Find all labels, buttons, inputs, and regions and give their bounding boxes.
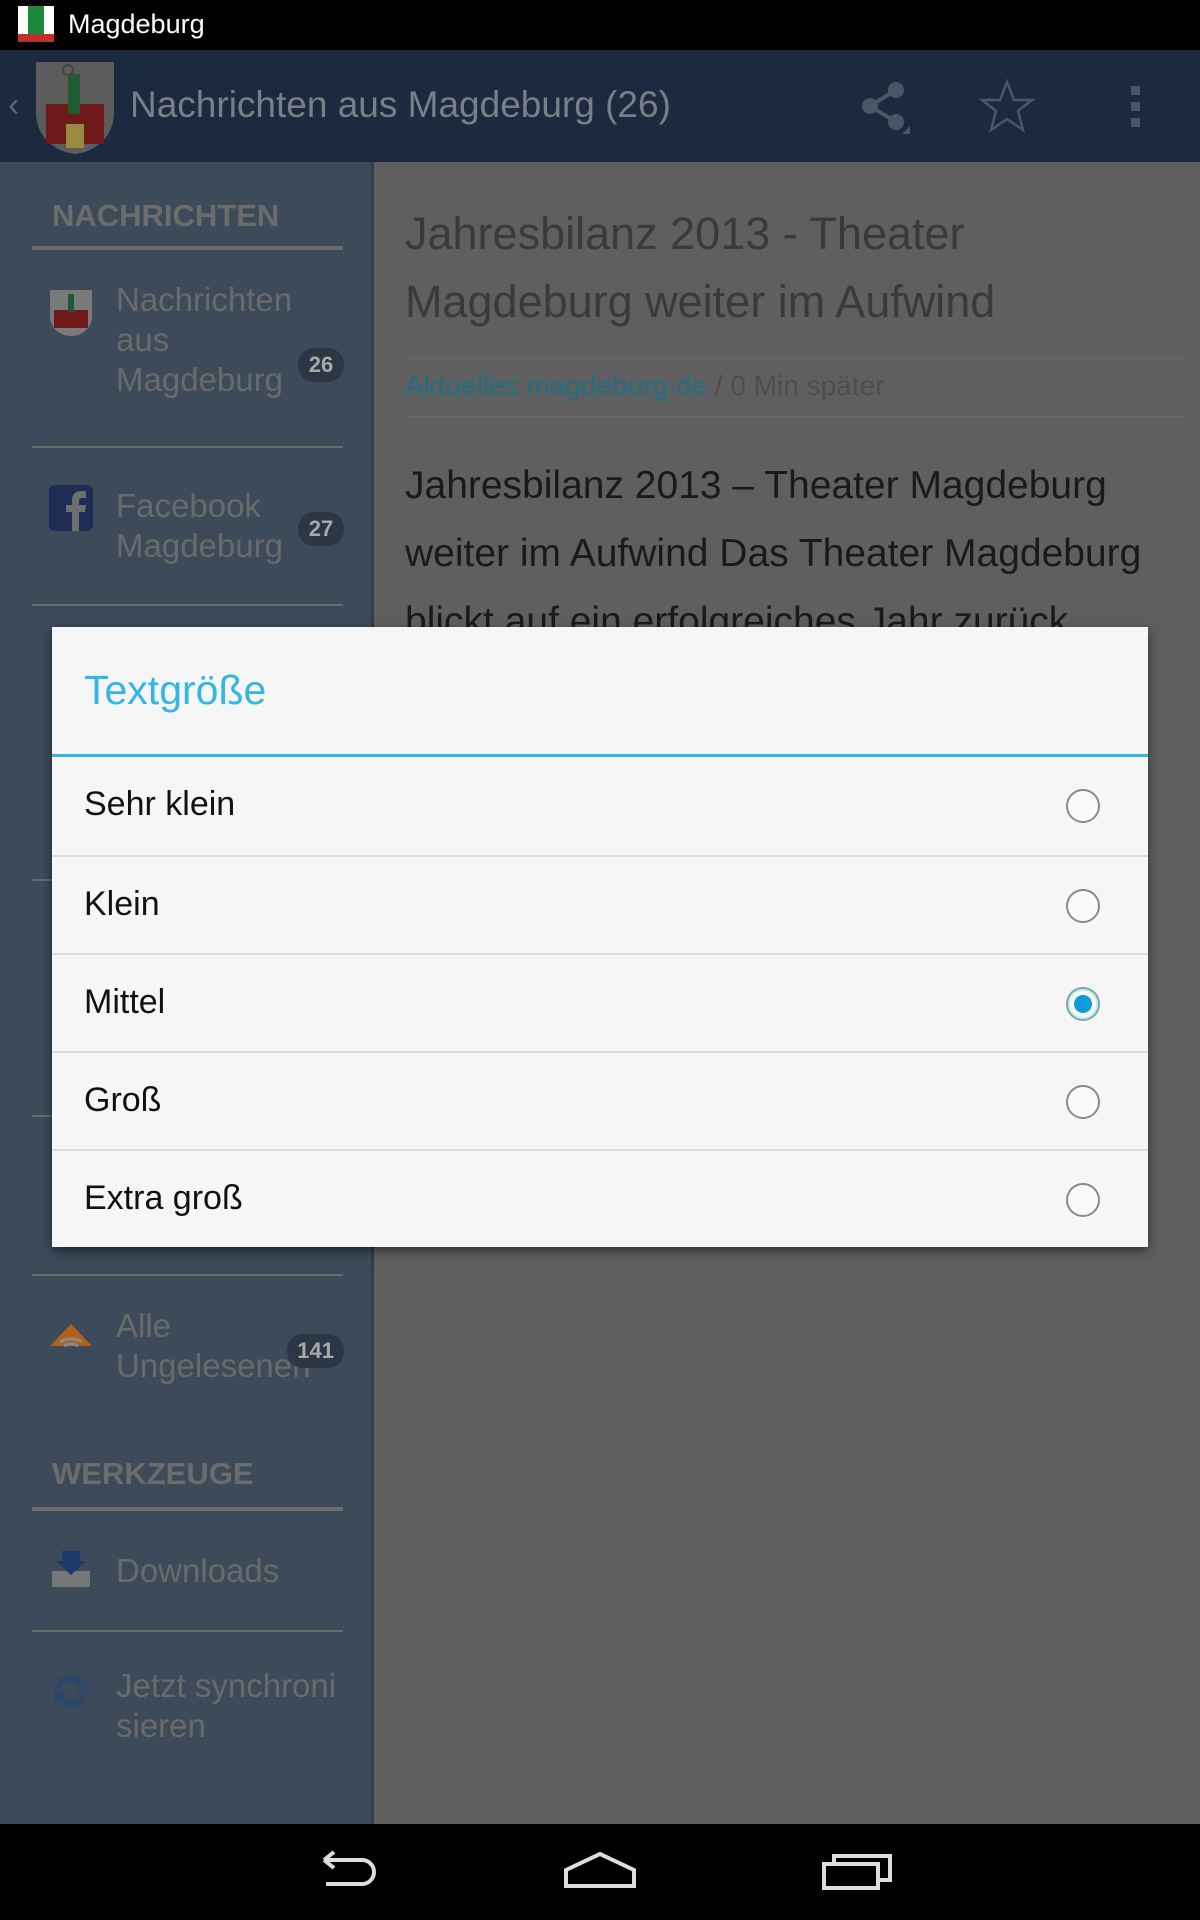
unread-count-badge: 141 [287,1334,344,1368]
options-list: Sehr klein Klein Mittel Groß Extra groß [52,757,1148,1247]
app-icon [18,6,54,42]
article-title: Jahresbilanz 2013 - Theater Magdeburg we… [405,208,996,327]
article-source-link[interactable]: Aktuelles magdeburg.de [405,370,707,401]
sidebar-item-label: Downloads [116,1552,280,1589]
article-meta: Aktuelles magdeburg.de / 0 Min später [405,370,884,402]
radio-button[interactable] [1066,889,1100,923]
radio-button[interactable] [1066,1183,1100,1217]
sidebar-item-downloads[interactable]: Downloads [0,1511,374,1629]
radio-button[interactable] [1066,1085,1100,1119]
option-label: Sehr klein [84,785,236,823]
status-app-name: Magdeburg [68,9,205,39]
divider [405,416,1185,417]
unread-count-badge: 27 [298,512,344,546]
star-icon[interactable] [977,76,1037,136]
option-label: Klein [84,885,160,923]
option-label: Mittel [84,983,166,1021]
sidebar-item-label: Jetzt synchronisieren [116,1667,337,1744]
section-header-werkzeuge: WERKZEUGE [52,1456,254,1491]
up-caret-icon[interactable]: ‹ [8,86,19,125]
home-icon[interactable] [560,1846,640,1896]
status-bar: Magdeburg [0,0,1200,50]
download-icon [52,1551,90,1587]
coat-of-arms-icon [50,290,92,336]
overflow-menu-icon[interactable] [1106,76,1166,136]
sidebar-item-jetzt-synchronisieren[interactable]: Jetzt synchronisieren [0,1632,374,1812]
sidebar-item-facebook-magdeburg[interactable]: Facebook Magdeburg 27 [0,448,374,604]
action-bar-title: Nachrichten aus Magdeburg (26) [130,84,671,125]
section-header-nachrichten: NACHRICHTEN [52,198,280,233]
sidebar-item-label: Nachrichten aus Magdeburg [116,281,293,398]
radio-button-selected[interactable] [1066,987,1100,1021]
radio-button[interactable] [1066,789,1100,823]
recent-apps-icon[interactable] [818,1846,898,1896]
option-klein[interactable]: Klein [52,855,1148,953]
option-extra-gross[interactable]: Extra groß [52,1149,1148,1247]
dialog-title: Textgröße [84,667,267,713]
coat-of-arms-logo[interactable] [32,58,118,156]
text-size-dialog: Textgröße Sehr klein Klein Mittel Groß E… [52,627,1148,1247]
article-time: / 0 Min später [706,370,885,401]
action-bar: ‹ Nachrichten aus Magdeburg (26) [0,50,1200,162]
share-icon[interactable] [854,76,914,136]
facebook-icon [49,485,93,531]
unread-count-badge: 26 [298,348,344,382]
sync-icon [54,1674,88,1708]
option-label: Extra groß [84,1179,243,1217]
option-sehr-klein[interactable]: Sehr klein [52,757,1148,855]
option-label: Groß [84,1081,162,1119]
sidebar-item-alle-ungelesenen[interactable]: Alle Ungelesenen 141 [0,1276,374,1436]
divider [32,604,343,606]
sidebar-item-nachrichten-aus-magdeburg[interactable]: Nachrichten aus Magdeburg 26 [0,248,374,445]
article-body: Jahresbilanz 2013 – Theater Magdeburg we… [405,464,1142,643]
divider [405,358,1185,359]
back-icon[interactable] [304,1846,384,1896]
rss-icon [50,1324,92,1348]
option-gross[interactable]: Groß [52,1051,1148,1149]
system-navigation-bar [0,1824,1200,1920]
option-mittel[interactable]: Mittel [52,953,1148,1051]
